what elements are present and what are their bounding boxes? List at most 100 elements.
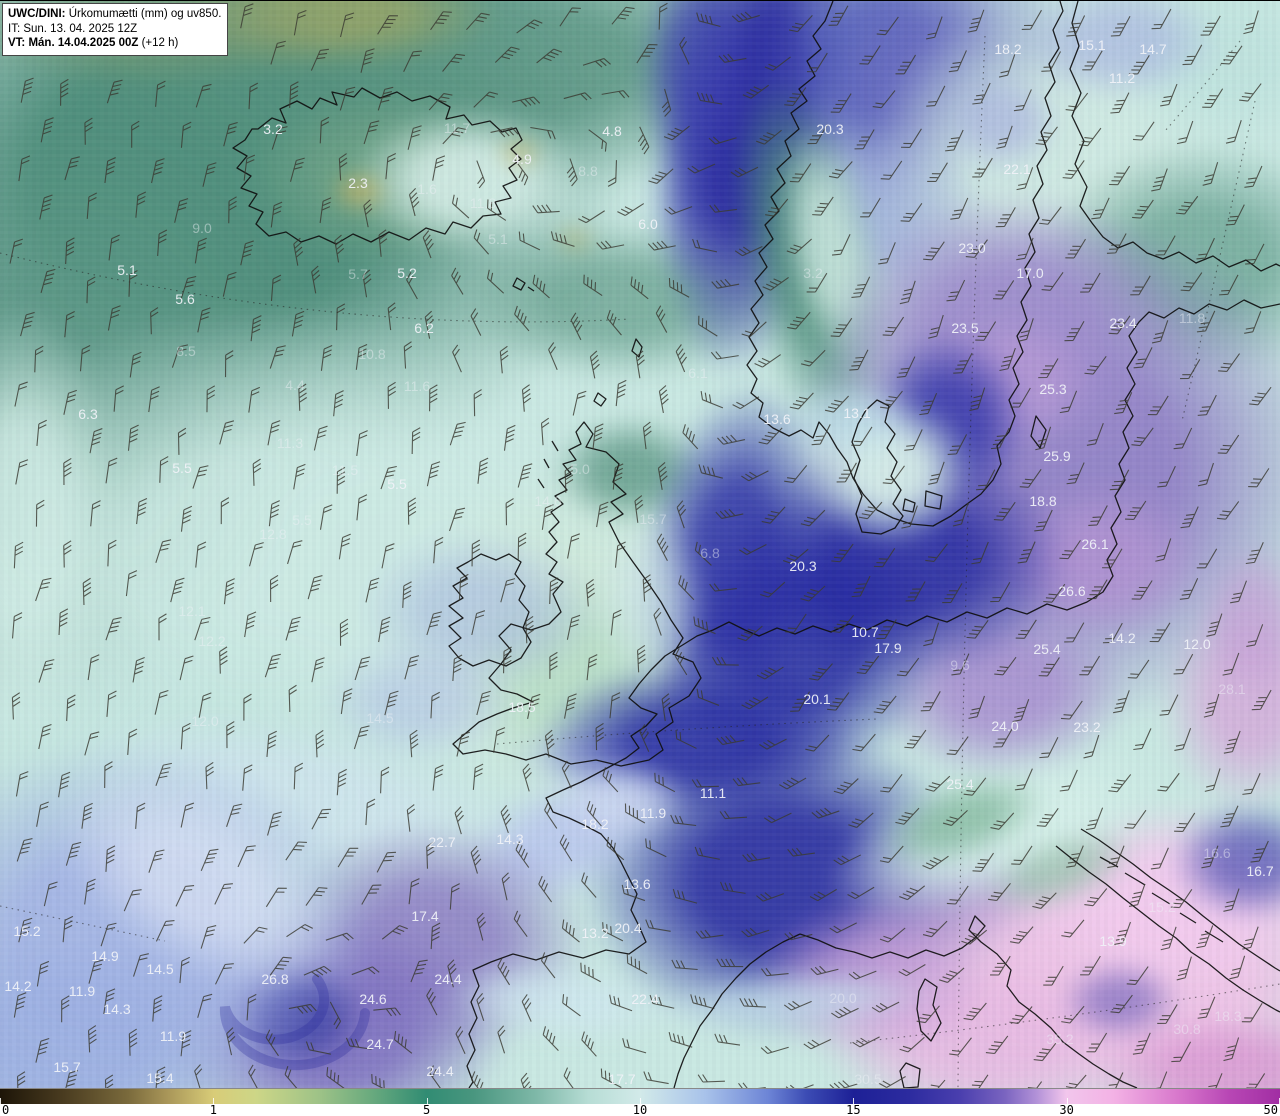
colorbar-tick: 30 [1059, 1103, 1074, 1116]
precip-value-label: 13.6 [763, 411, 791, 427]
precip-value-label: 26.6 [1058, 583, 1086, 599]
colorbar-tick: 5 [422, 1103, 431, 1116]
valid-time: VT: Mán. 14.04.2025 00Z [8, 37, 139, 50]
precip-value-label: 1.6 [417, 181, 437, 197]
weather-map-canvas: 18.2 15.1 14.7 11.2 20.3 3.2 11.7 4.8 4.9 8.8 2.3 1… [0, 0, 1280, 1116]
precip-value-label: 11.2 [1108, 70, 1136, 86]
precip-value-label: 4.4 [285, 377, 305, 393]
precipitation-colorbar: 0 1 5 10 15 30 50 [0, 1088, 1280, 1116]
precip-value-label: 6.0 [638, 216, 658, 232]
precip-value-label: 11.5 [331, 462, 359, 478]
precip-value-label: 25.4 [946, 776, 974, 792]
precip-value-label: 11.9 [68, 983, 96, 999]
precip-value-label: 11.8 [469, 195, 497, 211]
precip-value-label: 28.1 [1218, 681, 1246, 697]
precip-value-label: 22.4 [631, 991, 659, 1007]
precip-value-label: 14.5 [146, 961, 174, 977]
precip-value-label: 13.6 [623, 876, 651, 892]
precip-value-label: 24.4 [426, 1063, 454, 1079]
precip-value-label: 15.7 [53, 1059, 81, 1075]
precip-value-label: 11.6 [403, 378, 431, 394]
precip-value-label: 6.1 [688, 365, 708, 381]
precip-value-label: 10.8 [358, 346, 386, 362]
precip-value-label: 9.6 [950, 657, 970, 673]
precip-value-label: 15.1 [1078, 37, 1106, 53]
precip-value-label: 14.9 [91, 948, 119, 964]
precip-value-label: 3.2 [263, 121, 283, 137]
precip-value-label: 23.0 [958, 240, 986, 256]
precip-value-label: 25.9 [1043, 448, 1071, 464]
precip-value-label: 9.0 [192, 220, 212, 236]
precip-value-label: 18.3 [1214, 1008, 1242, 1024]
precip-value-label: 22.1 [1003, 161, 1031, 177]
precip-value-label: 14.7 [1139, 41, 1167, 57]
model-name: UWC/DINI: [8, 8, 66, 20]
precip-value-label: 25.3 [1039, 381, 1067, 397]
precip-value-label: 5.2 [397, 265, 417, 281]
precip-value-label: 13.1 [843, 405, 871, 421]
precip-value-label: 18.2 [994, 41, 1022, 57]
precip-value-label: 5.7 [348, 266, 368, 282]
precip-value-label: 5.5 [387, 476, 407, 492]
init-time-line: IT: Sun. 13. 04. 2025 12Z [8, 22, 138, 35]
precip-value-label: 6.8 [700, 545, 720, 561]
precip-value-label: 11.3 [276, 435, 304, 451]
precip-value-label: 26.8 [261, 971, 289, 987]
precip-value-label: 15.2 [13, 923, 41, 939]
valid-time-line: VT: Mán. 14.04.2025 00Z (+12 h) [8, 36, 221, 51]
precip-value-label: 6.2 [414, 320, 434, 336]
precip-value-labels-layer: 18.2 15.1 14.7 11.2 20.3 3.2 11.7 4.8 4.9 8.8 2.3 1… [0, 1, 1280, 1088]
precip-value-label: 14.3 [103, 1001, 131, 1017]
precip-value-label: 23.2 [1073, 719, 1101, 735]
precip-value-label: 11.8 [1178, 310, 1206, 326]
precip-value-label: 5.1 [488, 231, 508, 247]
precip-value-label: 14.6 [534, 493, 562, 509]
precip-value-label: 24.6 [359, 991, 387, 1007]
precip-value-label: 16.7 [1246, 863, 1274, 879]
colorbar-tick: 10 [632, 1103, 648, 1116]
precip-value-label: 14.2 [1108, 630, 1136, 646]
product-title-line: UWC/DINI: Úrkomumætti (mm) og uv850. [8, 7, 221, 22]
title-box: UWC/DINI: Úrkomumætti (mm) og uv850. IT:… [2, 3, 229, 57]
precip-value-label: 17.7 [608, 1071, 636, 1087]
precip-value-label: 5.5 [292, 512, 312, 528]
precip-value-label: 11.1 [699, 785, 727, 801]
precip-value-label: 5.1 [117, 262, 137, 278]
precip-value-label: 15.7 [639, 511, 667, 527]
precip-value-label: 16.6 [1203, 845, 1231, 861]
colorbar-tick-labels: 0 1 5 10 15 30 50 [0, 1103, 1280, 1116]
precip-value-label: 14.3 [496, 831, 524, 847]
precip-value-label: 20.4 [614, 920, 642, 936]
precip-value-label: 11.7 [443, 120, 471, 136]
precip-value-label: 18.8 [1029, 493, 1057, 509]
precip-value-label: 24.0 [991, 718, 1019, 734]
product-description: Úrkomumætti (mm) og uv850. [65, 8, 222, 20]
precip-value-label: 12.1 [178, 603, 206, 619]
precip-value-label: 14.5 [366, 710, 394, 726]
precip-value-label: 17.0 [1016, 265, 1044, 281]
colorbar-tick: 0 [2, 1103, 10, 1116]
precip-value-label: 5.5 [172, 460, 192, 476]
precip-value-label: 10.7 [851, 624, 879, 640]
precip-value-label: 20.1 [803, 691, 831, 707]
precip-value-label: 8.5 [176, 343, 196, 359]
precip-value-label: 22.7 [428, 834, 456, 850]
precip-value-label: 23.4 [1109, 315, 1137, 331]
precip-value-label: 14.2 [4, 978, 32, 994]
precip-value-label: 5.0 [570, 461, 590, 477]
precip-value-label: 20.3 [816, 121, 844, 137]
precip-value-label: 12.8 [259, 526, 287, 542]
colorbar-tick: 50 [1263, 1103, 1278, 1116]
colorbar-tick: 1 [209, 1103, 217, 1116]
precip-value-label: 30.8 [1173, 1021, 1201, 1037]
precipitation-map: 18.2 15.1 14.7 11.2 20.3 3.2 11.7 4.8 4.9 8.8 2.3 1… [0, 1, 1280, 1088]
precip-value-label: 13.9 [1099, 933, 1127, 949]
precip-value-label: 15.4 [146, 1070, 174, 1086]
precip-value-label: 4.8 [602, 123, 622, 139]
precip-value-label: 12.0 [191, 713, 219, 729]
precip-value-label: 12.0 [1183, 636, 1211, 652]
forecast-offset: (+12 h) [138, 37, 179, 50]
precip-value-label: 20.3 [789, 558, 817, 574]
precip-value-label: 13.2 [581, 925, 609, 941]
precip-value-label: 3.2 [803, 265, 823, 281]
